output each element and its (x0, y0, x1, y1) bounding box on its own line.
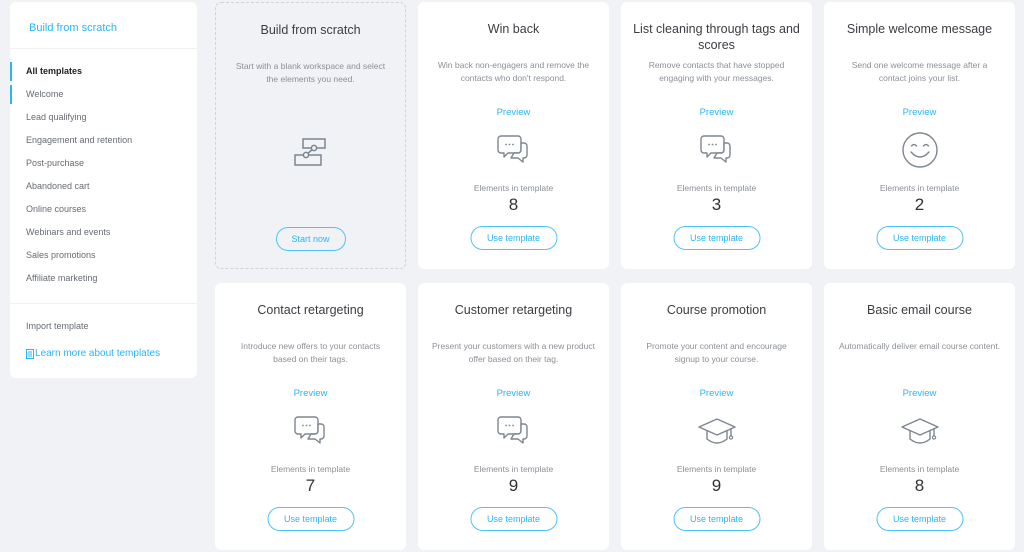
category-nav: All templates Welcome Lead qualifying Engag… (10, 49, 197, 304)
elements-count: 3 (711, 195, 722, 214)
sidebar-item-sales-promotions[interactable]: Sales promotions (10, 244, 197, 267)
chat-bubbles-icon (697, 130, 737, 170)
card-title: Win back (487, 22, 540, 36)
card-title: Contact retargeting (257, 303, 364, 317)
preview-link[interactable]: Preview (824, 388, 1015, 399)
elements-count: 7 (305, 476, 316, 495)
use-template-button[interactable]: Use template (673, 226, 760, 250)
learn-more-label: Learn more about templates (35, 348, 161, 359)
elements-count: 9 (508, 476, 519, 495)
card-description: Remove contacts that have stopped engagi… (648, 60, 785, 83)
use-template-button[interactable]: Use template (876, 226, 963, 250)
sidebar-item-affiliate-marketing[interactable]: Affiliate marketing (10, 267, 197, 290)
elements-label: Elements in template (879, 464, 960, 474)
preview-link[interactable]: Preview (215, 388, 406, 399)
preview-link[interactable]: Preview (824, 107, 1015, 118)
template-card[interactable]: Win back Win back non-engagers and remove… (418, 2, 609, 269)
elements-count: 2 (914, 195, 925, 214)
elements-count: 9 (711, 476, 722, 495)
chat-bubbles-icon (291, 411, 331, 451)
workflow-icon (293, 138, 326, 166)
elements-label: Elements in template (676, 183, 757, 193)
learn-more-link[interactable]: Learn more about templates (26, 348, 197, 359)
use-template-button[interactable]: Use template (470, 507, 557, 531)
card-description: Present your customers with a new produc… (432, 341, 595, 364)
use-template-button[interactable]: Use template (267, 507, 354, 531)
elements-count: 8 (914, 476, 925, 495)
card-title: Simple welcome message (846, 22, 993, 36)
template-card[interactable]: Basic email course Automatically deliver … (824, 283, 1015, 550)
sidebar-item-abandoned-cart[interactable]: Abandoned cart (10, 175, 197, 198)
preview-link[interactable]: Preview (621, 388, 812, 399)
card-description: Introduce new offers to your contacts ba… (240, 341, 381, 364)
card-description: Start with a blank workspace and select … (235, 61, 386, 84)
elements-label: Elements in template (879, 183, 960, 193)
sidebar-item-engagement-and-retention[interactable]: Engagement and retention (10, 129, 197, 152)
card-description: Send one welcome message after a contact… (851, 60, 988, 83)
sidebar-item-webinars-and-events[interactable]: Webinars and events (10, 221, 197, 244)
build-from-scratch-card[interactable]: Build from scratch Start with a blank wo… (215, 2, 406, 269)
sidebar-item-all-templates[interactable]: All templates (10, 60, 197, 83)
sidebar-header: Build from scratch (10, 2, 197, 49)
use-template-button[interactable]: Use template (876, 507, 963, 531)
preview-link[interactable]: Preview (418, 388, 609, 399)
elements-label: Elements in template (473, 183, 554, 193)
sidebar: Build from scratch All templates Welcome L… (10, 2, 197, 378)
card-title: Course promotion (666, 303, 767, 317)
chat-bubbles-icon (494, 130, 534, 170)
card-title: Customer retargeting (454, 303, 573, 317)
template-card[interactable]: Simple welcome message Send one welcome m… (824, 2, 1015, 269)
smiley-icon (900, 130, 940, 170)
use-template-button[interactable]: Use template (673, 507, 760, 531)
elements-count: 8 (508, 195, 519, 214)
preview-link[interactable]: Preview (621, 107, 812, 118)
template-card[interactable]: Course promotion Promote your content and… (621, 283, 812, 550)
card-title: Build from scratch (260, 23, 361, 37)
use-template-button[interactable]: Use template (470, 226, 557, 250)
template-card[interactable]: Customer retargeting Present your custome… (418, 283, 609, 550)
graduation-cap-icon (697, 411, 737, 451)
template-card[interactable]: Contact retargeting Introduce new offers … (215, 283, 406, 550)
card-title: Basic email course (867, 303, 972, 317)
sidebar-footer: Import template Learn more about templat… (10, 304, 197, 359)
card-title: List cleaning through tags and scores (633, 22, 800, 52)
start-now-button[interactable]: Start now (275, 227, 346, 251)
sidebar-item-welcome[interactable]: Welcome (10, 83, 197, 106)
sidebar-item-online-courses[interactable]: Online courses (10, 198, 197, 221)
card-description: Automatically deliver email course conte… (838, 341, 1001, 351)
card-description: Promote your content and encourage signu… (646, 341, 787, 364)
preview-link[interactable]: Preview (418, 107, 609, 118)
elements-label: Elements in template (473, 464, 554, 474)
elements-label: Elements in template (676, 464, 757, 474)
chat-bubbles-icon (494, 411, 534, 451)
card-description: Win back non-engagers and remove the con… (437, 60, 590, 83)
sidebar-item-post-purchase[interactable]: Post-purchase (10, 152, 197, 175)
elements-label: Elements in template (270, 464, 351, 474)
template-card[interactable]: List cleaning through tags and scores Rem… (621, 2, 812, 269)
build-from-scratch-link[interactable]: Build from scratch (29, 22, 117, 34)
sidebar-item-lead-qualifying[interactable]: Lead qualifying (10, 106, 197, 129)
graduation-cap-icon (900, 411, 940, 451)
import-template-link[interactable]: Import template (26, 321, 197, 331)
document-icon (26, 348, 34, 359)
